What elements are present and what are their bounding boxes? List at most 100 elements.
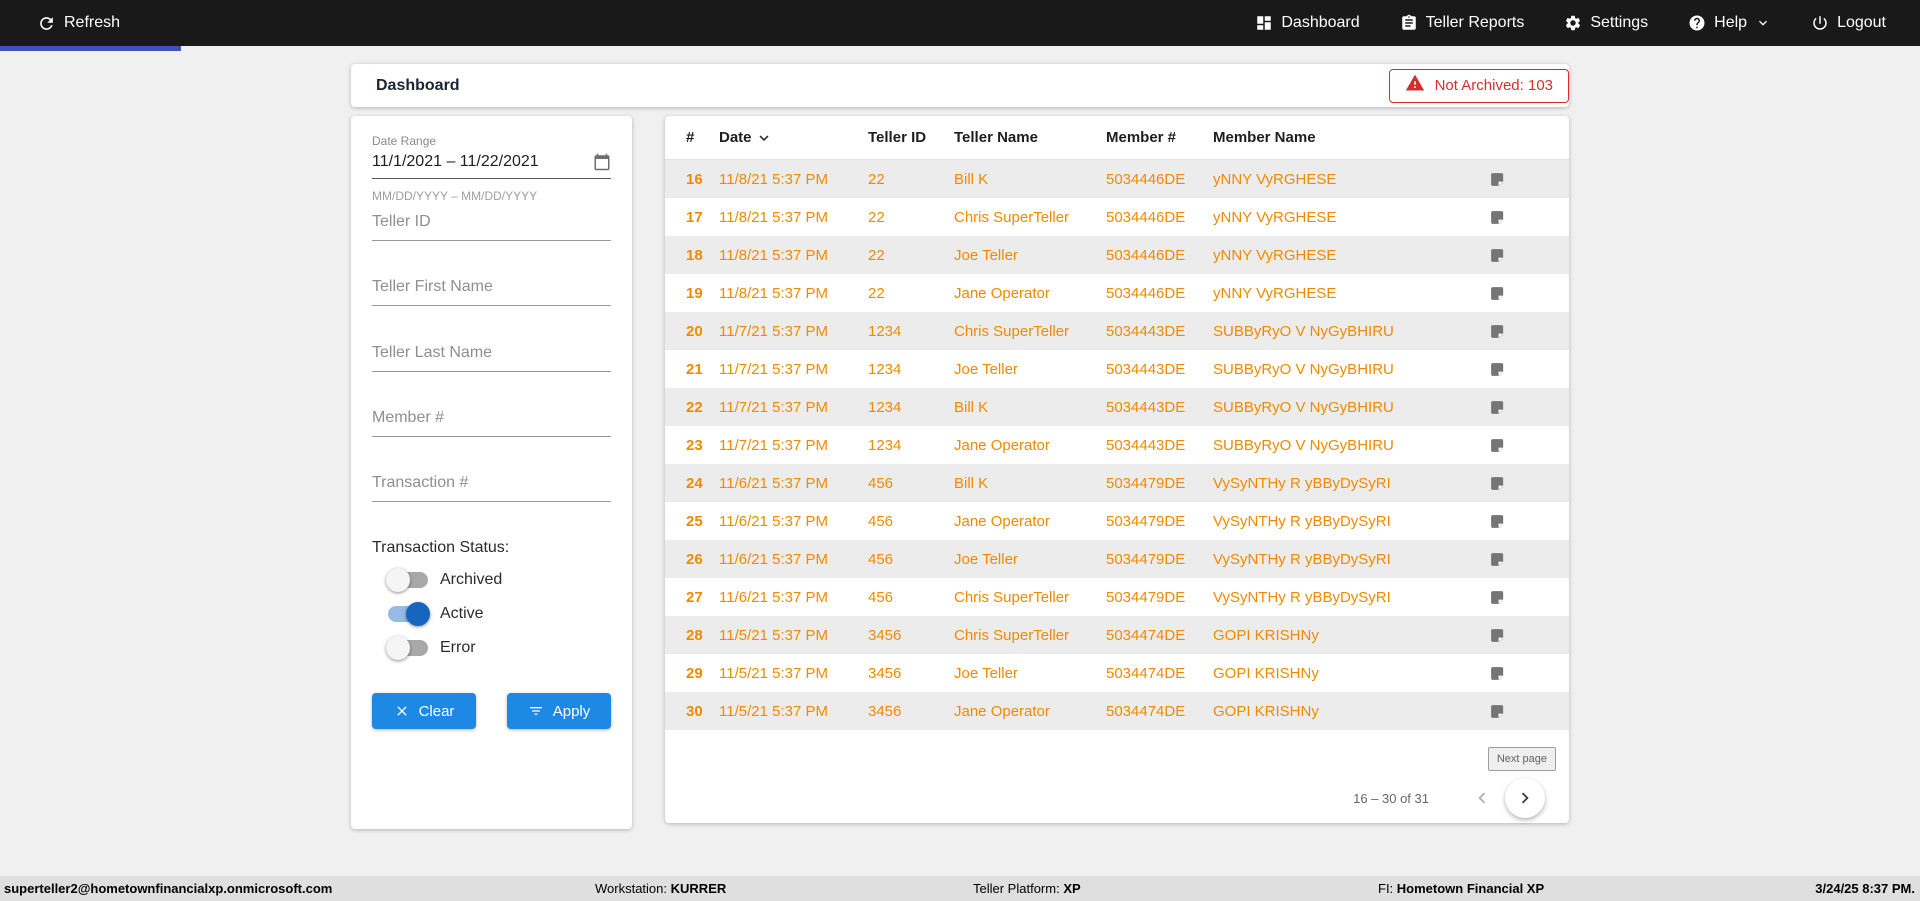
- note-icon[interactable]: [1489, 323, 1569, 340]
- transactions-table-card: # Date Teller ID Teller Name Member # Me…: [665, 116, 1569, 823]
- active-tab-indicator: [0, 46, 181, 51]
- nav-logout[interactable]: Logout: [1811, 14, 1886, 32]
- toggle-row-active: Active: [388, 602, 611, 626]
- table-row[interactable]: 21 11/7/21 5:37 PM 1234 Joe Teller 50344…: [665, 350, 1569, 388]
- row-date: 11/6/21 5:37 PM: [719, 550, 828, 568]
- filter-icon: [528, 703, 544, 719]
- member-number-input[interactable]: [372, 407, 611, 437]
- row-number: 16: [686, 170, 703, 188]
- teller-first-name-input[interactable]: [372, 276, 611, 306]
- note-icon[interactable]: [1489, 399, 1569, 416]
- note-icon[interactable]: [1489, 361, 1569, 378]
- table-row[interactable]: 28 11/5/21 5:37 PM 3456 Chris SuperTelle…: [665, 616, 1569, 654]
- note-icon[interactable]: [1489, 247, 1569, 264]
- page-header-card: Dashboard Not Archived: 103: [351, 64, 1569, 107]
- row-date: 11/7/21 5:37 PM: [719, 322, 828, 340]
- row-teller-id: 1234: [868, 398, 902, 416]
- row-number: 17: [686, 208, 703, 226]
- note-icon[interactable]: [1489, 551, 1569, 568]
- table-row[interactable]: 26 11/6/21 5:37 PM 456 Joe Teller 503447…: [665, 540, 1569, 578]
- table-row[interactable]: 27 11/6/21 5:37 PM 456 Chris SuperTeller…: [665, 578, 1569, 616]
- row-member-name: VySyNTHy R yBByDySyRI: [1213, 512, 1391, 530]
- row-date: 11/5/21 5:37 PM: [719, 626, 828, 644]
- table-row[interactable]: 18 11/8/21 5:37 PM 22 Joe Teller 5034446…: [665, 236, 1569, 274]
- row-teller-name: Jane Operator: [954, 512, 1050, 530]
- table-row[interactable]: 22 11/7/21 5:37 PM 1234 Bill K 5034443DE…: [665, 388, 1569, 426]
- row-teller-name: Chris SuperTeller: [954, 322, 1070, 340]
- col-date-sort[interactable]: Date: [719, 129, 868, 147]
- row-teller-id: 22: [868, 284, 885, 302]
- nav-dashboard[interactable]: Dashboard: [1255, 14, 1360, 32]
- table-row[interactable]: 23 11/7/21 5:37 PM 1234 Jane Operator 50…: [665, 426, 1569, 464]
- note-icon[interactable]: [1489, 627, 1569, 644]
- apply-button[interactable]: Apply: [507, 693, 611, 729]
- row-member-number: 5034443DE: [1106, 436, 1186, 454]
- previous-page-button[interactable]: [1471, 787, 1493, 809]
- row-member-name: yNNY VyRGHESE: [1213, 170, 1337, 188]
- financial-institution-info: FI: Hometown Financial XP: [1378, 876, 1544, 901]
- workstation-info: Workstation: KURRER: [595, 876, 726, 901]
- row-member-number: 5034443DE: [1106, 398, 1186, 416]
- clear-button[interactable]: Clear: [372, 693, 476, 729]
- pagination-range: 16 – 30 of 31: [1353, 791, 1429, 806]
- active-toggle[interactable]: [388, 602, 430, 626]
- note-icon[interactable]: [1489, 665, 1569, 682]
- note-icon[interactable]: [1489, 513, 1569, 530]
- row-teller-name: Jane Operator: [954, 284, 1050, 302]
- table-row[interactable]: 25 11/6/21 5:37 PM 456 Jane Operator 503…: [665, 502, 1569, 540]
- table-row[interactable]: 20 11/7/21 5:37 PM 1234 Chris SuperTelle…: [665, 312, 1569, 350]
- row-date: 11/8/21 5:37 PM: [719, 208, 828, 226]
- error-toggle[interactable]: [386, 636, 428, 660]
- top-navbar: Refresh Dashboard Teller Reports Setting…: [0, 0, 1920, 46]
- calendar-icon[interactable]: [593, 153, 611, 171]
- teller-last-name-input[interactable]: [372, 342, 611, 372]
- table-row[interactable]: 24 11/6/21 5:37 PM 456 Bill K 5034479DE …: [665, 464, 1569, 502]
- note-icon[interactable]: [1489, 171, 1569, 188]
- error-toggle-label: Error: [440, 639, 476, 656]
- table-body: 16 11/8/21 5:37 PM 22 Bill K 5034446DE y…: [665, 160, 1569, 730]
- note-icon[interactable]: [1489, 703, 1569, 720]
- next-page-button[interactable]: [1505, 778, 1545, 818]
- refresh-button[interactable]: Refresh: [37, 14, 120, 33]
- row-number: 29: [686, 664, 703, 682]
- row-teller-id: 1234: [868, 322, 902, 340]
- row-member-number: 5034474DE: [1106, 664, 1186, 682]
- table-row[interactable]: 29 11/5/21 5:37 PM 3456 Joe Teller 50344…: [665, 654, 1569, 692]
- table-row[interactable]: 19 11/8/21 5:37 PM 22 Jane Operator 5034…: [665, 274, 1569, 312]
- row-teller-name: Jane Operator: [954, 436, 1050, 454]
- nav-help[interactable]: Help: [1688, 14, 1771, 32]
- transaction-number-input[interactable]: [372, 472, 611, 502]
- workstation-value: KURRER: [670, 881, 727, 896]
- logged-in-user: superteller2@hometownfinancialxp.onmicro…: [4, 881, 333, 896]
- filter-panel: Date Range 11/1/2021 – 11/22/2021 MM/DD/…: [351, 116, 632, 829]
- workstation-label: Workstation:: [595, 881, 668, 896]
- note-icon[interactable]: [1489, 285, 1569, 302]
- row-teller-id: 1234: [868, 360, 902, 378]
- teller-id-input[interactable]: [372, 211, 611, 241]
- note-icon[interactable]: [1489, 475, 1569, 492]
- next-page-tooltip: Next page: [1487, 747, 1556, 771]
- row-number: 22: [686, 398, 703, 416]
- toggle-row-archived: Archived: [386, 568, 611, 592]
- not-archived-badge[interactable]: Not Archived: 103: [1388, 68, 1569, 103]
- note-icon[interactable]: [1489, 437, 1569, 454]
- row-number: 26: [686, 550, 703, 568]
- row-teller-name: Chris SuperTeller: [954, 626, 1070, 644]
- row-member-name: SUBByRyO V NyGyBHIRU: [1213, 360, 1394, 378]
- row-teller-id: 456: [868, 550, 894, 568]
- nav-teller-reports[interactable]: Teller Reports: [1400, 14, 1524, 32]
- table-row[interactable]: 17 11/8/21 5:37 PM 22 Chris SuperTeller …: [665, 198, 1569, 236]
- table-row[interactable]: 30 11/5/21 5:37 PM 3456 Jane Operator 50…: [665, 692, 1569, 730]
- transaction-status-label: Transaction Status:: [372, 539, 510, 556]
- row-teller-name: Jane Operator: [954, 702, 1050, 720]
- col-member-name: Member Name: [1213, 129, 1316, 146]
- date-range-field[interactable]: 11/1/2021 – 11/22/2021: [372, 153, 611, 179]
- table-row[interactable]: 16 11/8/21 5:37 PM 22 Bill K 5034446DE y…: [665, 160, 1569, 198]
- archived-toggle[interactable]: [386, 568, 428, 592]
- note-icon[interactable]: [1489, 589, 1569, 606]
- row-teller-name: Joe Teller: [954, 246, 1018, 264]
- row-number: 23: [686, 436, 703, 454]
- nav-settings[interactable]: Settings: [1564, 14, 1648, 32]
- note-icon[interactable]: [1489, 209, 1569, 226]
- row-member-name: yNNY VyRGHESE: [1213, 246, 1337, 264]
